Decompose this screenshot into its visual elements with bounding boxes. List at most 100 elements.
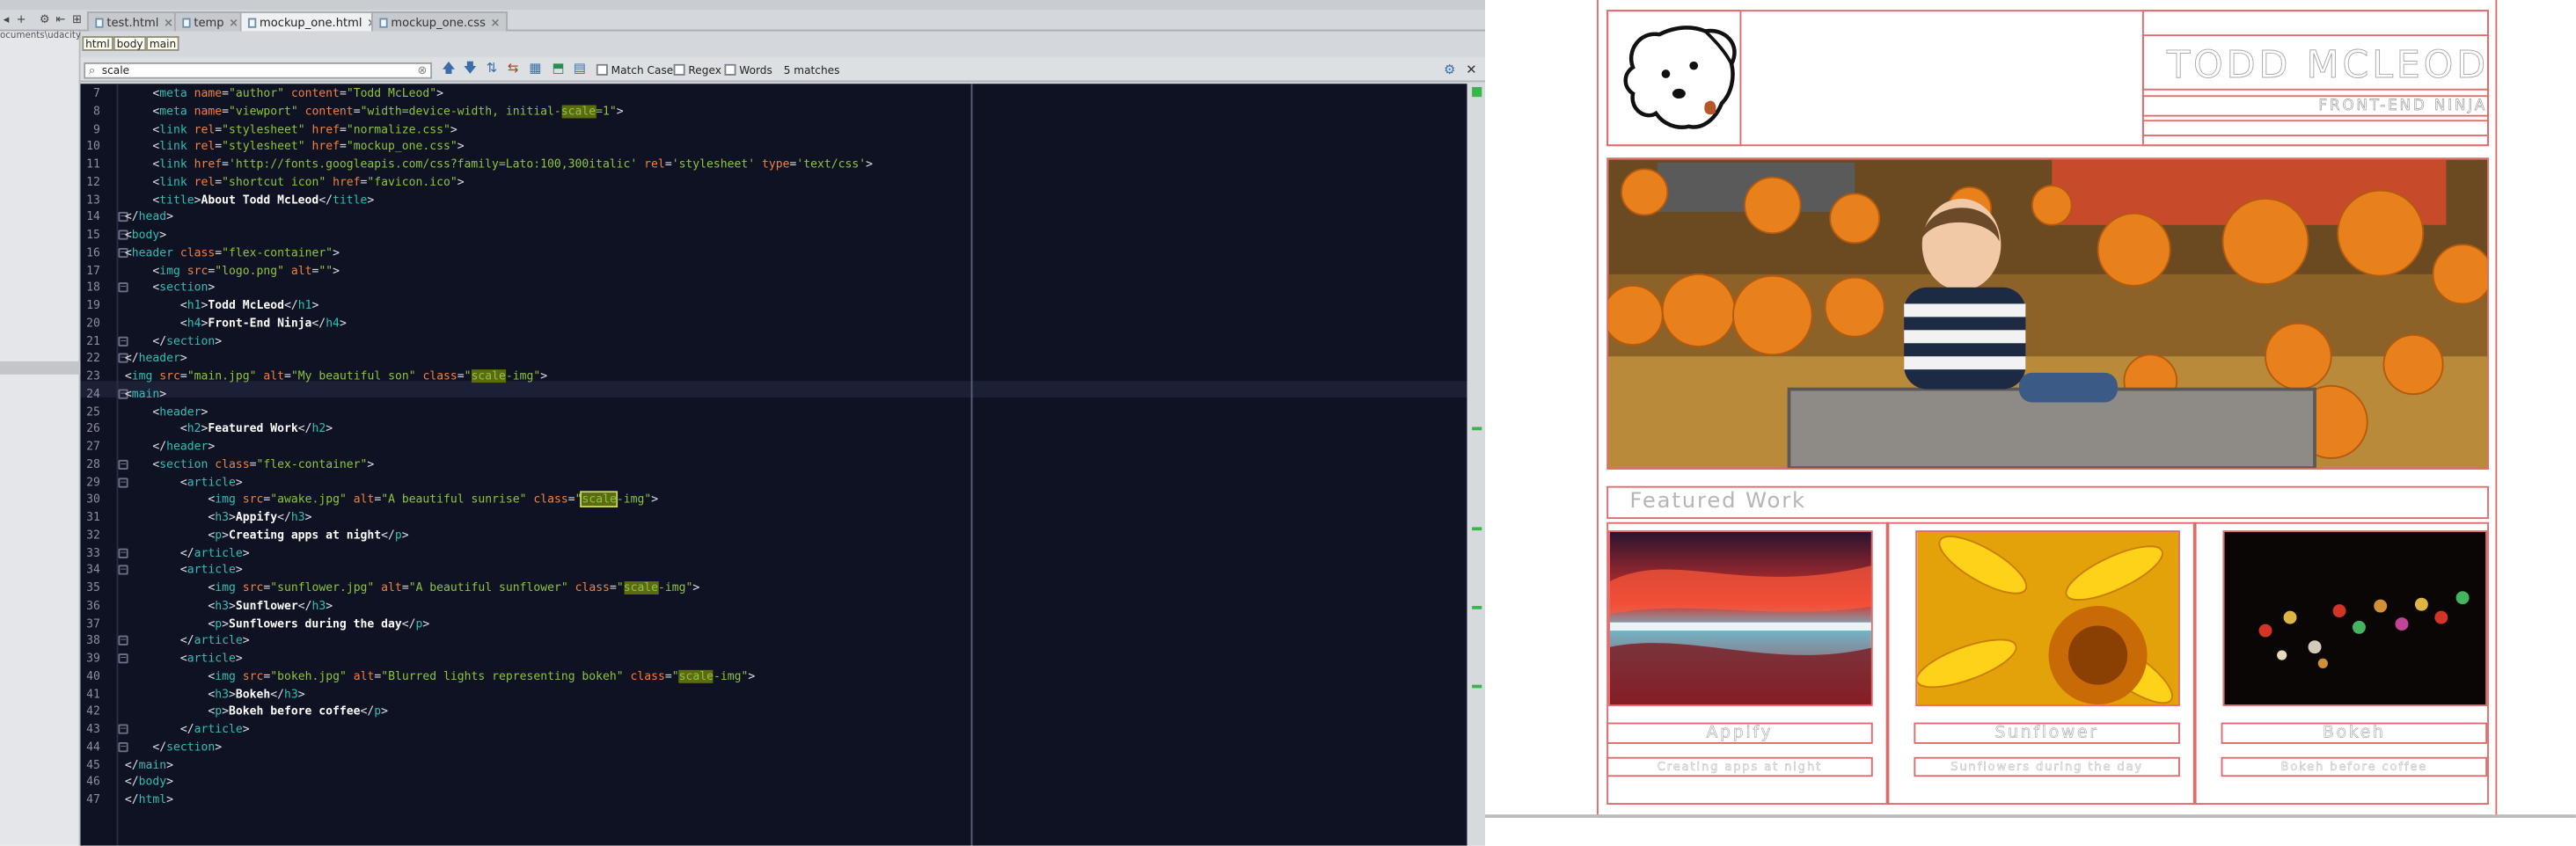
code-line[interactable]: <link rel="stylesheet" href="mockup_one.…	[125, 138, 464, 155]
code-line[interactable]: <meta name="viewport" content="width=dev…	[125, 103, 624, 120]
remove-selection-icon[interactable]: ⇆	[508, 62, 519, 76]
select-all-icon[interactable]: ▦	[529, 62, 541, 76]
regex-option[interactable]: Regex	[673, 63, 721, 77]
checkbox[interactable]	[596, 63, 608, 76]
line-number: 37	[86, 616, 100, 631]
code-line[interactable]: <img src="sunflower.jpg" alt="A beautifu…	[125, 580, 699, 596]
code-line[interactable]: <main>	[125, 385, 166, 402]
code-line[interactable]: <h1>Todd McLeod</h1>	[125, 297, 318, 314]
line-number: 19	[86, 298, 100, 312]
code-line[interactable]: <h2>Featured Work</h2>	[125, 420, 333, 437]
code-line[interactable]: <h3>Appify</h3>	[125, 509, 311, 526]
arrow-down-icon[interactable]: 🡇	[464, 62, 477, 76]
code-line[interactable]: </head>	[125, 209, 173, 226]
code-line[interactable]: <h3>Sunflower</h3>	[125, 597, 333, 614]
close-tab-icon[interactable]: ×	[491, 17, 501, 30]
card-desc-bokeh: Bokeh before coffee	[2280, 760, 2428, 774]
match-marker[interactable]	[1472, 684, 1482, 689]
match-marker[interactable]	[1472, 606, 1482, 609]
card-desc-appify: Creating apps at night	[1657, 760, 1823, 774]
code-line[interactable]: </article>	[125, 721, 250, 738]
tab-test-html[interactable]: test.html ×	[86, 11, 182, 32]
code-line[interactable]: <img src="logo.png" alt="">	[125, 262, 340, 279]
tab-label: temp	[194, 16, 224, 30]
gear-icon[interactable]: ⚙	[40, 14, 50, 26]
line-number: 42	[86, 704, 100, 718]
line-number: 22	[86, 352, 100, 366]
arrow-up-icon[interactable]: 🡅	[442, 62, 455, 76]
code-editor[interactable]: 7 <meta name="author" content="Todd McLe…	[80, 84, 1467, 846]
appify-image	[1608, 530, 1873, 706]
project-panel[interactable]	[0, 31, 81, 846]
line-number: 9	[93, 122, 100, 136]
code-line[interactable]: <img src="main.jpg" alt="My beautiful so…	[125, 368, 547, 384]
add-icon[interactable]: +	[17, 14, 26, 26]
words-option[interactable]: Words	[724, 63, 772, 77]
line-number: 45	[86, 757, 100, 771]
code-line[interactable]: <header class="flex-container">	[125, 244, 340, 261]
gear-icon[interactable]: ⚙	[1444, 62, 1455, 77]
code-line[interactable]: <title>About Todd McLeod</title>	[125, 192, 374, 208]
code-line[interactable]: <article>	[125, 474, 243, 491]
code-line[interactable]: <article>	[125, 650, 243, 667]
line-number: 30	[86, 492, 100, 507]
match-case-option[interactable]: Match Case	[596, 63, 673, 77]
breadcrumb-html[interactable]: html	[82, 36, 113, 51]
tab-mockup-one-css[interactable]: mockup_one.css ×	[371, 11, 509, 32]
export-icon[interactable]: ⬒	[552, 62, 564, 76]
find-input[interactable]: ⌕ scale ⊗	[84, 62, 433, 79]
line-number: 11	[86, 157, 100, 171]
option-label: Regex	[688, 63, 721, 77]
code-line[interactable]: </article>	[125, 632, 250, 649]
code-line[interactable]: <h4>Front-End Ninja</h4>	[125, 315, 347, 332]
match-marker[interactable]	[1472, 427, 1482, 431]
code-line[interactable]: <h3>Bokeh</h3>	[125, 686, 304, 703]
tab-temp[interactable]: temp ×	[173, 11, 247, 32]
clear-icon[interactable]: ⊗	[418, 64, 428, 77]
code-line[interactable]: <body>	[125, 227, 166, 244]
code-line[interactable]: <link rel="stylesheet" href="normalize.c…	[125, 120, 457, 137]
code-line[interactable]: <header>	[125, 403, 208, 419]
line-number: 44	[86, 740, 100, 754]
code-line[interactable]: <img src="awake.jpg" alt="A beautiful su…	[125, 491, 658, 508]
code-line[interactable]: </main>	[125, 756, 173, 773]
close-tab-icon[interactable]: ×	[164, 17, 173, 30]
close-icon[interactable]: ✕	[1466, 62, 1477, 77]
match-marker[interactable]	[1472, 527, 1482, 531]
code-line[interactable]: </body>	[125, 774, 173, 791]
card-gutter	[2192, 521, 2197, 805]
code-line[interactable]: <link rel="shortcut icon" href="favicon.…	[125, 173, 464, 190]
code-line[interactable]: </header>	[125, 350, 187, 367]
code-line[interactable]: <section>	[125, 280, 215, 296]
checkbox[interactable]	[724, 63, 736, 76]
checkbox[interactable]	[673, 63, 685, 76]
line-number: 28	[86, 457, 100, 471]
code-line[interactable]: </article>	[125, 544, 250, 561]
breadcrumb-main[interactable]: main	[146, 36, 180, 51]
filter-icon[interactable]: ▤	[574, 62, 586, 76]
code-line[interactable]: </html>	[125, 791, 173, 808]
find-query[interactable]: scale	[102, 64, 129, 77]
code-line[interactable]: <meta name="author" content="Todd McLeod…	[125, 85, 443, 102]
line-number: 25	[86, 405, 100, 419]
code-line[interactable]: </section>	[125, 739, 222, 755]
close-tab-icon[interactable]: ×	[229, 17, 238, 30]
code-line[interactable]: <p>Sunflowers during the day</p>	[125, 615, 429, 631]
settings-icon[interactable]: ⊞	[72, 14, 82, 26]
code-line[interactable]: <p>Bokeh before coffee</p>	[125, 704, 388, 720]
project-selected-row[interactable]	[0, 361, 81, 375]
file-icon	[182, 18, 191, 28]
code-line[interactable]: <p>Creating apps at night</p>	[125, 527, 408, 543]
breadcrumb-body[interactable]: body	[113, 36, 147, 51]
line-number: 31	[86, 510, 100, 524]
code-line[interactable]: <link href='http://fonts.googleapis.com/…	[125, 156, 873, 172]
code-line[interactable]: <img src="bokeh.jpg" alt="Blurred lights…	[125, 668, 755, 685]
add-selection-icon[interactable]: ⇅	[487, 62, 498, 76]
code-line[interactable]: <section class="flex-container">	[125, 456, 374, 473]
back-icon[interactable]: ◂	[4, 14, 10, 26]
tab-mockup-one-html[interactable]: mockup_one.html×	[239, 11, 385, 32]
code-line[interactable]: <article>	[125, 562, 243, 579]
code-line[interactable]: </section>	[125, 332, 222, 349]
code-line[interactable]: </header>	[125, 439, 215, 456]
collapse-icon[interactable]: ⇤	[55, 14, 65, 26]
